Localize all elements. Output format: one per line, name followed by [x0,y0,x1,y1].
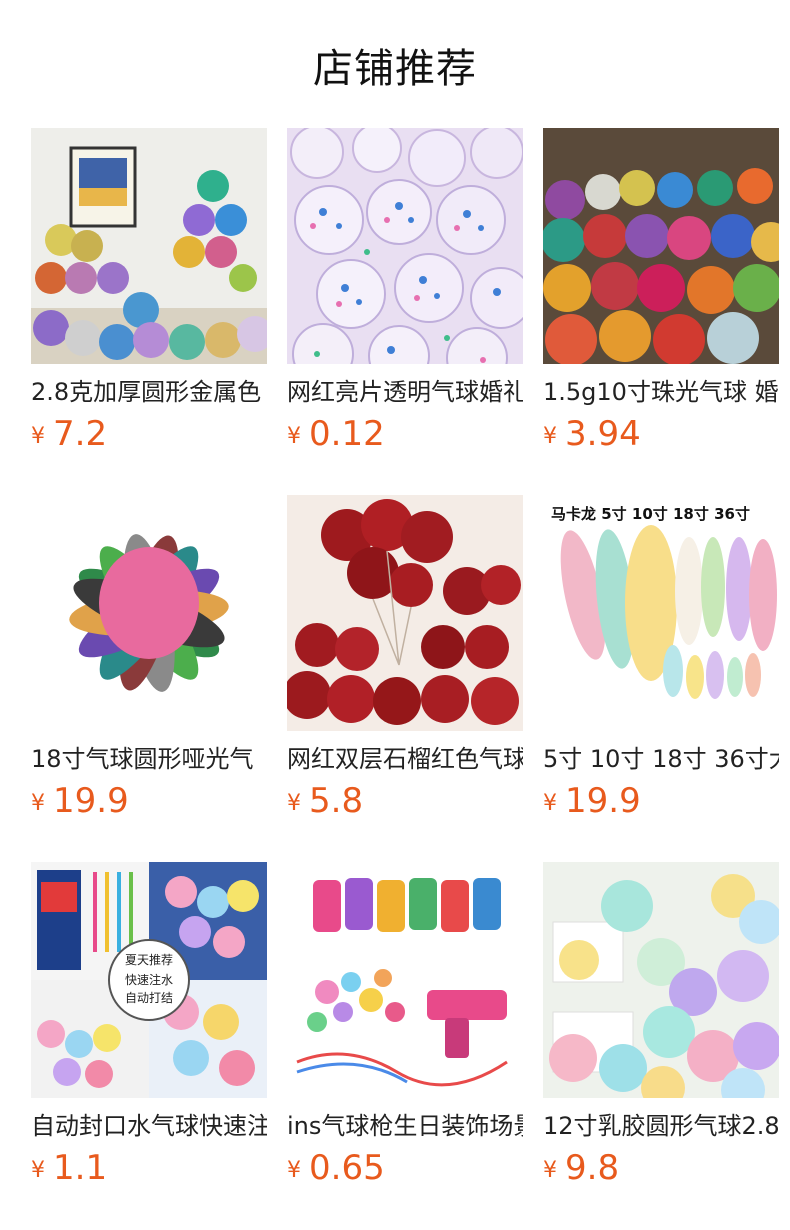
product-name[interactable]: 18寸气球圆形哑光气 [31,743,267,775]
product-card[interactable]: 网红双层石榴红色气球 ¥5.8 [287,495,523,825]
product-card[interactable]: 2.8克加厚圆形金属色 ¥7.2 [31,128,267,458]
currency-symbol: ¥ [31,424,45,449]
product-name[interactable]: 1.5g10寸珠光气球 婚 [543,376,779,408]
product-price: ¥9.8 [543,1148,779,1192]
currency-symbol: ¥ [287,1158,301,1183]
product-image[interactable] [287,128,523,364]
product-price: ¥7.2 [31,414,267,458]
product-card[interactable]: ins气球枪生日装饰场景 ¥0.65 [287,862,523,1192]
product-name[interactable]: ins气球枪生日装饰场景 [287,1110,523,1142]
currency-symbol: ¥ [31,1158,45,1183]
banner-text: 马卡龙 5寸 10寸 18寸 36寸 [551,505,750,523]
badge-line: 夏天推荐 [125,953,173,967]
currency-symbol: ¥ [543,424,557,449]
product-image[interactable] [31,495,267,731]
price-value: 19.9 [565,781,641,821]
product-image[interactable]: 马卡龙 5寸 10寸 18寸 36寸 [543,495,779,731]
currency-symbol: ¥ [31,791,45,816]
badge-line: 自动打结 [125,991,173,1005]
product-image[interactable]: 夏天推荐 快速注水 自动打结 [31,862,267,1098]
product-card[interactable]: 马卡龙 5寸 10寸 18寸 36寸 5寸 10寸 18寸 36寸大 ¥19.9 [543,495,779,825]
product-name[interactable]: 自动封口水气球快速注 [31,1110,267,1142]
product-name[interactable]: 网红双层石榴红色气球 [287,743,523,775]
currency-symbol: ¥ [287,424,301,449]
product-price: ¥19.9 [543,781,779,825]
product-image[interactable] [31,128,267,364]
currency-symbol: ¥ [287,791,301,816]
product-name[interactable]: 网红亮片透明气球婚礼 [287,376,523,408]
product-card[interactable]: 网红亮片透明气球婚礼 ¥0.12 [287,128,523,458]
product-name[interactable]: 12寸乳胶圆形气球2.8 [543,1110,779,1142]
product-name[interactable]: 2.8克加厚圆形金属色 [31,376,267,408]
product-name[interactable]: 5寸 10寸 18寸 36寸大 [543,743,779,775]
product-image[interactable] [287,862,523,1098]
price-value: 19.9 [53,781,129,821]
product-price: ¥3.94 [543,414,779,458]
product-card[interactable]: 18寸气球圆形哑光气 ¥19.9 [31,495,267,825]
price-value: 7.2 [53,414,108,454]
product-image[interactable] [543,862,779,1098]
price-value: 5.8 [309,781,364,821]
badge-line: 快速注水 [125,972,173,987]
product-card[interactable]: 夏天推荐 快速注水 自动打结 自动封口水气球快速注 ¥1.1 [31,862,267,1192]
product-price: ¥0.12 [287,414,523,458]
product-image[interactable] [543,128,779,364]
price-value: 0.65 [309,1148,385,1188]
price-value: 9.8 [565,1148,620,1188]
product-card[interactable]: 12寸乳胶圆形气球2.8 ¥9.8 [543,862,779,1192]
price-value: 1.1 [53,1148,108,1188]
product-price: ¥0.65 [287,1148,523,1192]
product-price: ¥19.9 [31,781,267,825]
product-card[interactable]: 1.5g10寸珠光气球 婚 ¥3.94 [543,128,779,458]
product-price: ¥5.8 [287,781,523,825]
product-image[interactable] [287,495,523,731]
price-value: 3.94 [565,414,641,454]
page-title: 店铺推荐 [313,46,477,92]
currency-symbol: ¥ [543,1158,557,1183]
price-value: 0.12 [309,414,385,454]
currency-symbol: ¥ [543,791,557,816]
product-price: ¥1.1 [31,1148,267,1192]
